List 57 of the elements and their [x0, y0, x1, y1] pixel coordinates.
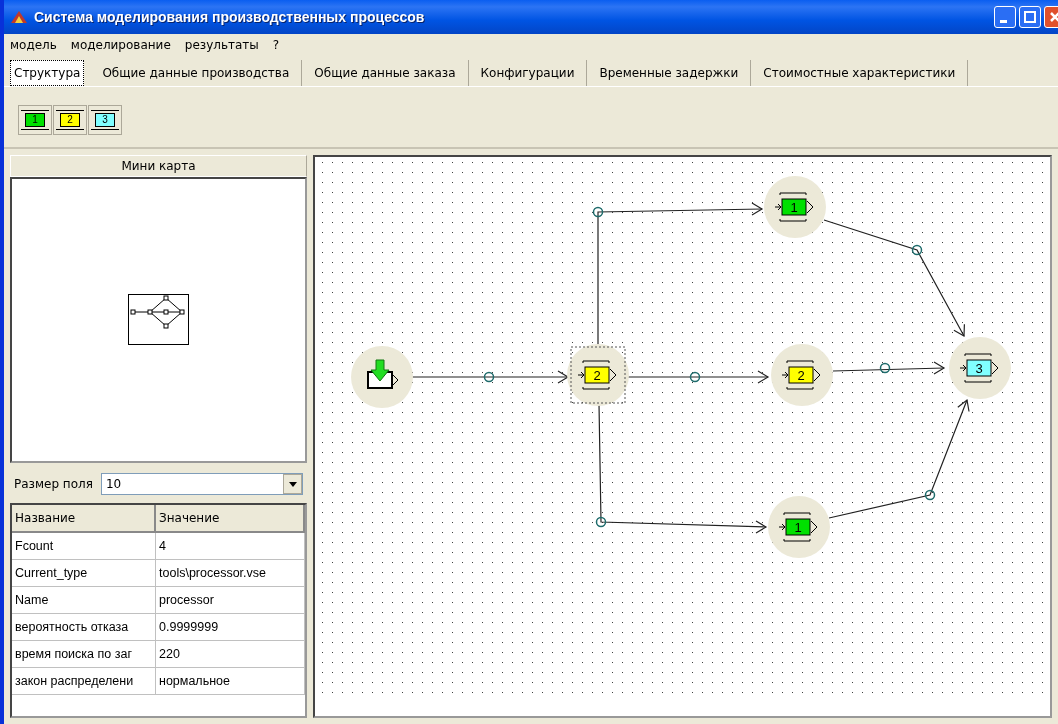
minimap-drawing — [127, 294, 190, 346]
tab[interactable]: Общие данные производства — [90, 60, 303, 86]
field-size-label: Размер поля — [14, 477, 93, 491]
junction-dot[interactable] — [592, 206, 604, 218]
field-size-dropdown[interactable]: 10 — [100, 473, 303, 495]
panel-title: Мини карта — [10, 155, 307, 177]
table-cell: время поиска по заг — [12, 641, 156, 668]
table-cell: Current_type — [12, 560, 156, 587]
menu-item[interactable]: ? — [272, 38, 280, 52]
node-number: 2 — [797, 368, 805, 383]
junction-dot[interactable] — [924, 489, 936, 501]
table-cell: Fcount — [12, 533, 156, 560]
tab[interactable]: Временные задержки — [587, 60, 752, 86]
tab[interactable]: Стоимостные характеристики — [751, 60, 969, 86]
processor-node[interactable] — [949, 337, 1011, 399]
processor-tool-button[interactable]: 1 — [18, 105, 52, 135]
junction-dot[interactable] — [595, 516, 607, 528]
node-number: 1 — [790, 200, 798, 215]
column-header[interactable]: Название — [12, 505, 156, 533]
processor-node[interactable] — [567, 344, 629, 406]
column-header[interactable]: Значение — [156, 505, 305, 533]
table-cell: tools\processor.vse — [156, 560, 305, 587]
table-cell: нормальное — [156, 668, 305, 695]
table-cell: вероятность отказа — [12, 614, 156, 641]
junction-dot[interactable] — [689, 371, 701, 383]
junction-dot[interactable] — [879, 362, 891, 374]
maximize-button[interactable] — [1019, 6, 1041, 28]
close-icon — [1049, 11, 1058, 23]
maximize-icon — [1024, 11, 1036, 23]
table-cell: Name — [12, 587, 156, 614]
processor-tool-button[interactable]: 2 — [53, 105, 87, 135]
node-number: 3 — [975, 361, 983, 376]
junction-dot[interactable] — [483, 371, 495, 383]
source-node[interactable] — [351, 346, 413, 408]
processor-node[interactable] — [768, 496, 830, 558]
menu-item[interactable]: модель — [10, 38, 57, 52]
table-cell: processor — [156, 587, 305, 614]
menu-item[interactable]: моделирование — [70, 38, 171, 52]
minimize-icon — [1000, 19, 1007, 23]
tab[interactable]: Конфигурации — [468, 60, 588, 86]
table-cell: 4 — [156, 533, 305, 560]
table-cell: закон распределени — [12, 668, 156, 695]
processor-node[interactable] — [764, 176, 826, 238]
table-cell: 0.9999999 — [156, 614, 305, 641]
table-cell: 220 — [156, 641, 305, 668]
processor-tool-button[interactable]: 3 — [88, 105, 122, 135]
dropdown-arrow-icon — [288, 481, 297, 487]
tab[interactable]: Общие данные заказа — [302, 60, 469, 86]
tab[interactable]: Структура — [10, 60, 85, 86]
node-number: 2 — [593, 368, 601, 383]
node-number: 1 — [794, 520, 802, 535]
processor-node[interactable] — [771, 344, 833, 406]
minimize-button[interactable] — [994, 6, 1016, 28]
junction-dot[interactable] — [911, 244, 923, 256]
app-icon — [10, 9, 28, 25]
window-title: Система моделирования производственных процессов — [34, 9, 425, 25]
menu-item[interactable]: результаты — [184, 38, 259, 52]
